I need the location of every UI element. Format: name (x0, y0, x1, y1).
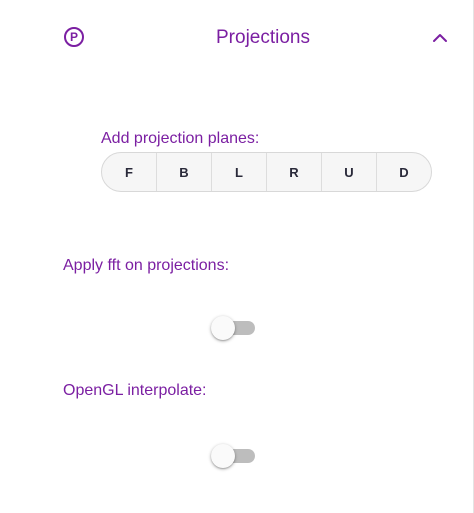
plane-button-r[interactable]: R (267, 153, 322, 191)
plane-button-l[interactable]: L (212, 153, 267, 191)
plane-button-f[interactable]: F (102, 153, 157, 191)
chevron-up-icon[interactable] (430, 28, 450, 48)
panel-title: Projections (216, 27, 310, 48)
fft-toggle-thumb (211, 316, 235, 340)
plane-button-b[interactable]: B (157, 153, 212, 191)
projection-planes-label: Add projection planes: (101, 130, 260, 147)
opengl-toggle-thumb (211, 444, 235, 468)
fft-toggle[interactable] (211, 316, 257, 340)
opengl-label: OpenGL interpolate: (63, 382, 207, 399)
projections-panel: P Projections Add projection planes: F B… (0, 0, 474, 513)
projections-header[interactable]: P Projections (0, 0, 473, 76)
projection-planes-button-group: F B L R U D (101, 152, 432, 192)
opengl-toggle[interactable] (211, 444, 257, 468)
fft-label: Apply fft on projections: (63, 257, 230, 274)
plane-button-u[interactable]: U (322, 153, 377, 191)
plane-button-d[interactable]: D (377, 153, 431, 191)
